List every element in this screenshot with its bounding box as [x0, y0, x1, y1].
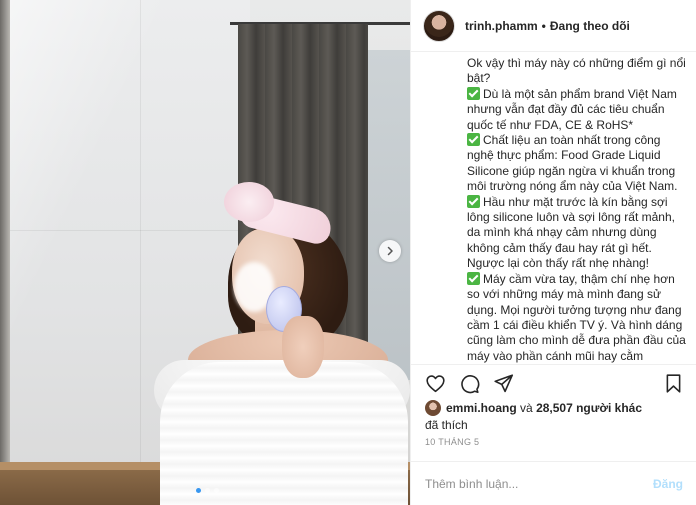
chevron-right-icon [387, 246, 393, 256]
like-button[interactable] [423, 372, 447, 396]
caption-text: Chất liệu an toàn nhất trong công nghệ t… [467, 133, 678, 194]
bookmark-icon [666, 374, 680, 393]
share-icon [493, 374, 513, 393]
save-button[interactable] [661, 372, 685, 396]
post-side-panel: trinh.phamm • Đang theo dõi Ok vậy thì m… [410, 0, 696, 505]
action-bar [411, 364, 696, 402]
check-mark-icon [467, 86, 480, 100]
post-header: trinh.phamm • Đang theo dõi [411, 0, 696, 52]
post-photo[interactable] [0, 0, 410, 505]
headband-bow [224, 182, 274, 222]
caption-text: Dù là một sản phẩm brand Việt Nam nhưng … [467, 86, 677, 132]
avatar[interactable] [423, 9, 455, 42]
carousel-dot [196, 488, 201, 493]
post-date[interactable]: 10 THÁNG 5 [425, 437, 479, 447]
caption-line: Hầu như mặt trước là kín bằng sợi lông s… [467, 194, 687, 272]
liked-label: đã thích [425, 418, 468, 432]
separator-dot: • [541, 18, 546, 33]
caption-text: Ok vậy thì máy này có những điểm gì nổi … [467, 56, 686, 86]
heart-icon [425, 375, 445, 393]
caption-line: Ok vậy thì máy này có những điểm gì nổi … [467, 56, 687, 87]
tile-seam [140, 0, 141, 505]
comment-icon [460, 375, 479, 394]
caption-line: Dù là một sản phẩm brand Việt Nam nhưng … [467, 86, 687, 133]
likes-summary: emmi.hoang và 28,507 người khác đã thích [425, 400, 691, 432]
carousel-next-button[interactable] [379, 240, 401, 262]
caption-line: Máy cầm vừa tay, thậm chí nhẹ hơn so với… [467, 271, 687, 364]
carousel-dots [196, 488, 219, 493]
first-liker-link[interactable]: emmi.hoang [446, 401, 517, 415]
tile-seam [0, 230, 250, 231]
window [362, 50, 410, 380]
post-caption: Ok vậy thì máy này có những điểm gì nổi … [411, 52, 696, 364]
check-mark-icon [467, 194, 480, 208]
username-link[interactable]: trinh.phamm [465, 19, 538, 33]
follow-status-button[interactable]: Đang theo dõi [550, 19, 630, 33]
likes-connector: và [520, 401, 533, 415]
liker-avatar [425, 400, 441, 416]
person-hand [282, 316, 324, 378]
caption-text: Máy cầm vừa tay, thậm chí nhẹ hơn so với… [467, 271, 686, 363]
check-mark-icon [467, 271, 480, 285]
dress [160, 362, 408, 505]
post-comment-button[interactable]: Đăng [653, 477, 683, 491]
likes-count-link[interactable]: 28,507 người khác [536, 401, 642, 415]
caption-line: Chất liệu an toàn nhất trong công nghệ t… [467, 133, 687, 195]
mirror-frame [0, 0, 10, 505]
comment-button[interactable] [457, 372, 481, 396]
share-button[interactable] [491, 372, 515, 396]
check-mark-icon [467, 133, 480, 147]
comment-input[interactable] [425, 476, 653, 491]
carousel-dot [205, 488, 210, 493]
caption-text: Hầu như mặt trước là kín bằng sợi lông s… [467, 194, 675, 271]
comment-box: Đăng [411, 461, 696, 505]
carousel-dot [214, 488, 219, 493]
